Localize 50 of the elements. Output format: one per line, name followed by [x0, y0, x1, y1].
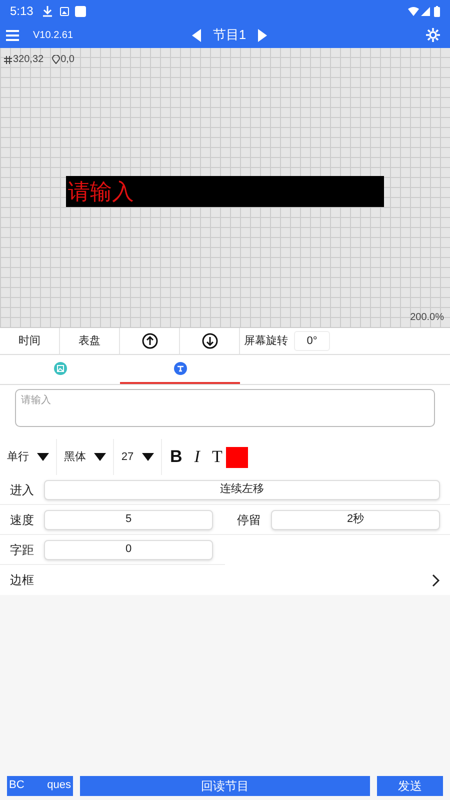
grid-icon [4, 56, 12, 64]
setting-label: 速度 [10, 512, 35, 528]
program-title: 节目1 [212, 26, 246, 44]
setting-label: 进入 [10, 482, 35, 498]
canvas-origin: 0,0 [60, 53, 74, 67]
text-input[interactable]: 请输入 [15, 389, 435, 427]
toolbar-button[interactable]: 表盘 [60, 328, 120, 354]
italic-button[interactable]: I [194, 444, 200, 470]
photo-icon [60, 6, 70, 16]
dropdown-caret-icon [142, 453, 154, 461]
wifi-icon [408, 6, 419, 16]
image-icon [54, 362, 66, 375]
button-text: BC [9, 778, 24, 794]
signal-icon [421, 6, 430, 16]
send-button[interactable]: 发送 [377, 776, 443, 796]
value-field[interactable]: 0 [44, 540, 213, 560]
value-field[interactable]: 连续左移 [44, 480, 440, 500]
preview-text: 请输入 [68, 180, 134, 202]
rotation-field[interactable]: 0° [294, 331, 330, 351]
setting-label: 停留 [237, 512, 262, 528]
location-pin-icon [52, 55, 60, 64]
status-time: 5:13 [10, 3, 34, 20]
menu-icon[interactable] [6, 30, 19, 40]
chevron-right-icon[interactable] [432, 574, 440, 586]
rotate-label: 屏幕旋转 [244, 334, 288, 349]
settings-icon[interactable] [426, 28, 440, 42]
left-button[interactable]: BC ques [7, 776, 73, 796]
battery-icon [434, 6, 440, 16]
version-label: V10.2.61 [33, 28, 74, 42]
text-color-button[interactable]: T [212, 444, 222, 470]
next-icon[interactable] [258, 28, 268, 42]
color-swatch[interactable] [226, 446, 248, 468]
setting-label: 字距 [10, 542, 35, 558]
dropdown-caret-icon [94, 453, 106, 461]
button-text: ques [47, 778, 71, 794]
led-preview[interactable]: 请输入 [66, 176, 384, 207]
readback-button[interactable]: 回读节目 [80, 776, 370, 796]
canvas-size: 320,32 [13, 53, 44, 67]
download-icon [43, 6, 52, 16]
value-field[interactable]: 5 [44, 510, 213, 530]
value-field[interactable]: 2秒 [271, 510, 440, 530]
text-icon [174, 362, 186, 375]
bold-button[interactable]: B [170, 444, 182, 470]
dropdown-caret-icon [37, 453, 49, 461]
previous-icon[interactable] [192, 28, 201, 42]
canvas[interactable]: 320,32 0,0 请输入 200.0% [0, 48, 450, 328]
zoom-level: 200.0% [410, 311, 444, 325]
square-icon [75, 6, 86, 16]
border-label: 边框 [10, 572, 35, 589]
toolbar-button[interactable]: 时间 [0, 328, 60, 354]
